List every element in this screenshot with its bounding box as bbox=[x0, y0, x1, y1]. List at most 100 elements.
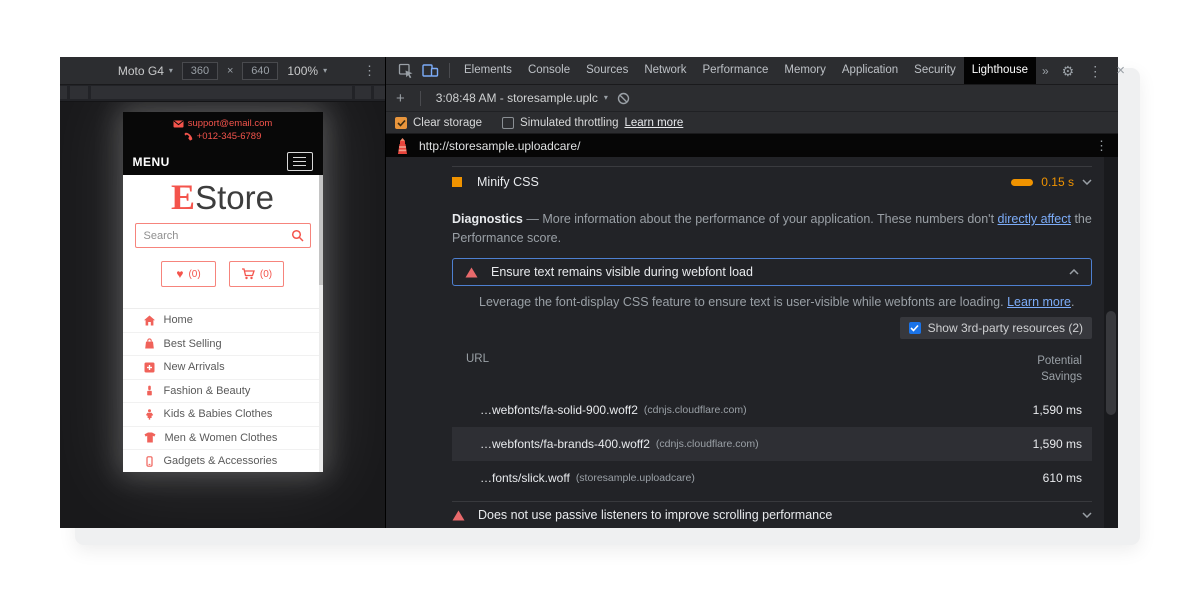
contact-email-label: support@email.com bbox=[188, 118, 273, 129]
report-select[interactable]: 3:08:48 AM - storesample.uplc ▾ bbox=[436, 91, 608, 105]
resource-host: (cdnjs.cloudflare.com) bbox=[656, 438, 759, 450]
phone-scrollbar[interactable] bbox=[319, 175, 323, 472]
audit-webfont-description: Leverage the font-display CSS feature to… bbox=[479, 295, 1092, 309]
page-canvas: Moto G4 ▾ × 100% ▾ ⋮ bbox=[0, 0, 1200, 605]
wishlist-count: (0) bbox=[188, 269, 200, 280]
audit-passive-listeners[interactable]: Does not use passive listeners to improv… bbox=[452, 501, 1092, 528]
store-logo[interactable]: EStore bbox=[123, 178, 323, 217]
diagnostics-intro: Diagnostics — More information about the… bbox=[452, 210, 1092, 248]
nav-item-men-women[interactable]: Men & Women Clothes bbox=[123, 427, 323, 451]
tab-network[interactable]: Network bbox=[636, 57, 694, 84]
table-row: …fonts/slick.woff (storesample.uploadcar… bbox=[452, 461, 1092, 495]
report-menu-icon[interactable]: ⋮ bbox=[1095, 139, 1108, 152]
report-scrollbar-thumb[interactable] bbox=[1106, 311, 1116, 415]
gear-icon[interactable]: ⚙ bbox=[1055, 64, 1082, 78]
ruler-segment bbox=[355, 86, 371, 99]
devtools-tab-bar: Elements Console Sources Network Perform… bbox=[386, 57, 1118, 85]
nav-item-gadgets[interactable]: Gadgets & Accessories bbox=[123, 450, 323, 472]
nav-item-label: Kids & Babies Clothes bbox=[164, 408, 273, 420]
device-toolbar: Moto G4 ▾ × 100% ▾ ⋮ bbox=[60, 57, 385, 85]
cart-count: (0) bbox=[260, 269, 272, 280]
shopping-bag-icon bbox=[144, 338, 155, 349]
plus-square-icon bbox=[144, 362, 155, 373]
device-select[interactable]: Moto G4 ▾ bbox=[118, 64, 173, 78]
learn-more-link[interactable]: Learn more bbox=[625, 117, 684, 129]
menu-label: MENU bbox=[133, 155, 170, 169]
cart-button[interactable]: (0) bbox=[229, 261, 284, 287]
simulated-throttling-checkbox[interactable] bbox=[502, 117, 514, 129]
tab-console[interactable]: Console bbox=[520, 57, 578, 84]
chevron-down-icon: ▾ bbox=[323, 67, 327, 75]
chevron-up-icon[interactable] bbox=[1069, 269, 1079, 275]
column-url: URL bbox=[466, 353, 489, 365]
resource-url: …webfonts/fa-solid-900.woff2 bbox=[480, 403, 638, 417]
phone-scrollbar-thumb[interactable] bbox=[319, 175, 323, 285]
chevron-down-icon: ▾ bbox=[604, 94, 608, 102]
tab-sources[interactable]: Sources bbox=[578, 57, 636, 84]
learn-more-link[interactable]: Learn more bbox=[1007, 295, 1071, 309]
nav-item-label: Gadgets & Accessories bbox=[164, 455, 278, 467]
tab-performance[interactable]: Performance bbox=[695, 57, 777, 84]
tab-security[interactable]: Security bbox=[906, 57, 964, 84]
audit-webfont-header[interactable]: Ensure text remains visible during webfo… bbox=[452, 258, 1092, 286]
devtools-menu-icon[interactable]: ⋮ bbox=[1081, 64, 1109, 78]
report-scrollbar[interactable] bbox=[1104, 157, 1118, 528]
phone-screen: support@email.com +012-345-6789 MENU ESt… bbox=[123, 112, 323, 472]
zoom-select[interactable]: 100% ▾ bbox=[287, 64, 327, 78]
close-icon[interactable]: × bbox=[1109, 63, 1132, 78]
report-url-bar: http://storesample.uploadcare/ ⋮ bbox=[386, 134, 1118, 157]
clear-reports-icon[interactable] bbox=[617, 92, 630, 105]
contact-email[interactable]: support@email.com bbox=[173, 118, 273, 129]
tab-application[interactable]: Application bbox=[834, 57, 906, 84]
tab-elements[interactable]: Elements bbox=[456, 57, 520, 84]
hamburger-menu-icon[interactable] bbox=[287, 152, 313, 171]
more-tabs-icon[interactable]: » bbox=[1036, 64, 1055, 78]
home-icon bbox=[144, 315, 155, 326]
third-party-checkbox[interactable] bbox=[909, 322, 921, 334]
lighthouse-options-bar: Clear storage Simulated throttling Learn… bbox=[386, 112, 1118, 134]
wishlist-button[interactable]: ♥ (0) bbox=[161, 261, 216, 287]
beauty-icon bbox=[144, 385, 155, 396]
search-input[interactable] bbox=[135, 223, 311, 248]
ruler-segment bbox=[60, 86, 67, 99]
device-toolbar-toggle-icon[interactable] bbox=[422, 63, 439, 78]
column-savings: Potential Savings bbox=[1037, 353, 1082, 385]
devtools-window: Moto G4 ▾ × 100% ▾ ⋮ bbox=[60, 57, 1118, 528]
chevron-down-icon: ▾ bbox=[169, 67, 173, 75]
nav-item-new-arrivals[interactable]: New Arrivals bbox=[123, 356, 323, 380]
device-toolbar-menu-icon[interactable]: ⋮ bbox=[363, 64, 376, 77]
zoom-select-label: 100% bbox=[287, 64, 318, 78]
heart-icon: ♥ bbox=[176, 268, 183, 280]
warning-triangle-icon bbox=[452, 510, 465, 521]
store-action-buttons: ♥ (0) (0) bbox=[123, 261, 323, 287]
phone-icon bbox=[184, 132, 193, 141]
simulated-throttling-label: Simulated throttling bbox=[520, 117, 618, 129]
nav-item-best-selling[interactable]: Best Selling bbox=[123, 333, 323, 357]
search-icon[interactable] bbox=[291, 229, 304, 247]
store-logo-initial: E bbox=[171, 177, 195, 217]
nav-item-fashion-beauty[interactable]: Fashion & Beauty bbox=[123, 380, 323, 404]
diagnostics-separator: — bbox=[526, 212, 539, 226]
tab-lighthouse[interactable]: Lighthouse bbox=[964, 57, 1036, 84]
emulated-viewport: support@email.com +012-345-6789 MENU ESt… bbox=[60, 102, 385, 528]
clear-storage-checkbox[interactable] bbox=[395, 117, 407, 129]
directly-affect-link[interactable]: directly affect bbox=[998, 212, 1071, 226]
lighthouse-report: Minify CSS 0.15 s Diagnostics — More inf… bbox=[386, 157, 1118, 528]
column-savings-line2: Savings bbox=[1041, 371, 1082, 383]
nav-item-kids-babies[interactable]: Kids & Babies Clothes bbox=[123, 403, 323, 427]
warning-triangle-icon bbox=[465, 267, 478, 278]
new-run-icon[interactable]: + bbox=[396, 91, 405, 106]
width-input[interactable] bbox=[182, 62, 218, 80]
contact-phone[interactable]: +012-345-6789 bbox=[184, 131, 262, 142]
orange-square-icon bbox=[452, 177, 462, 187]
chevron-down-icon[interactable] bbox=[1082, 179, 1092, 185]
height-input[interactable] bbox=[242, 62, 278, 80]
nav-item-home[interactable]: Home bbox=[123, 309, 323, 333]
table-header: URL Potential Savings bbox=[452, 347, 1092, 393]
tab-memory[interactable]: Memory bbox=[776, 57, 834, 84]
report-content: Minify CSS 0.15 s Diagnostics — More inf… bbox=[452, 157, 1092, 528]
toolbar-divider bbox=[449, 63, 450, 78]
inspect-element-icon[interactable] bbox=[398, 63, 414, 79]
audit-minify-css[interactable]: Minify CSS 0.15 s bbox=[452, 166, 1092, 197]
chevron-down-icon[interactable] bbox=[1082, 512, 1092, 518]
